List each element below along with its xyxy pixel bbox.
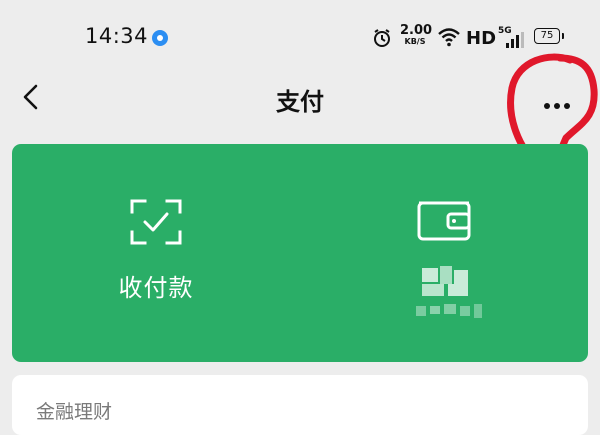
wallet-button[interactable] [300, 144, 588, 362]
receive-pay-button[interactable]: 收付款 [12, 144, 300, 362]
net-speed-unit: KB/S [404, 37, 426, 46]
wifi-icon [438, 28, 460, 47]
net-speed: 2.00 KB/S [400, 23, 433, 46]
receive-pay-label: 收付款 [118, 274, 194, 302]
alarm-icon [374, 29, 390, 47]
payment-card: 收付款 [12, 144, 588, 362]
hd-indicator: HD [466, 28, 497, 49]
status-time: 14:34 [85, 24, 149, 48]
notification-dot-icon [152, 30, 168, 46]
battery-icon: 75 [534, 28, 564, 44]
finance-panel: 金融理财 [12, 375, 588, 435]
finance-panel-title: 金融理财 [36, 401, 113, 423]
net-speed-value: 2.00 [400, 23, 433, 38]
wallet-balance-pixelated [416, 262, 488, 328]
wallet-icon [417, 201, 471, 241]
scan-check-icon [130, 199, 182, 245]
signal-icon [506, 32, 524, 48]
